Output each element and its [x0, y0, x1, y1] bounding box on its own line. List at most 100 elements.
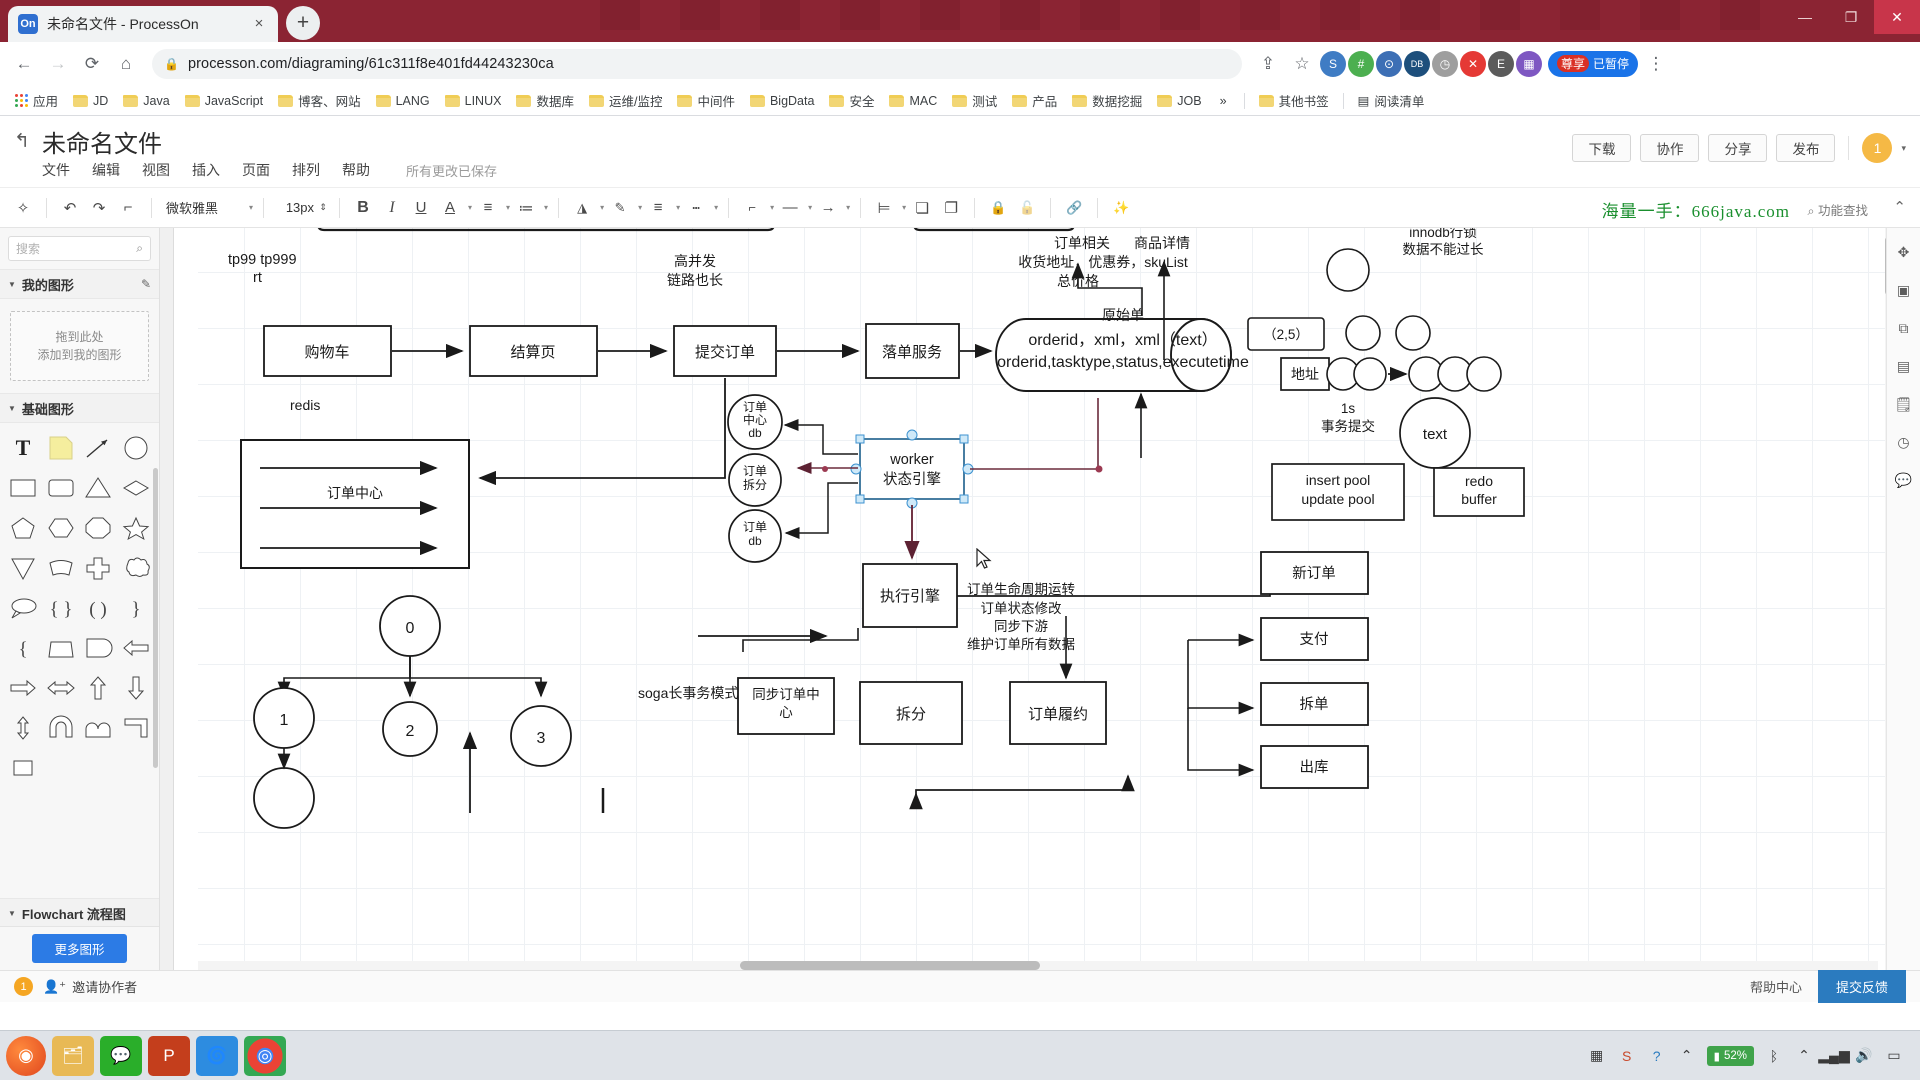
send-back-icon[interactable]: ❐ [938, 195, 964, 221]
extension-icon-1[interactable]: S [1320, 51, 1346, 77]
chevron-down-icon[interactable]: ▾ [544, 203, 548, 212]
share-icon[interactable]: ⇪ [1252, 48, 1284, 80]
powerpoint-icon[interactable]: P [148, 1036, 190, 1076]
menu-item-edit[interactable]: 编辑 [92, 160, 120, 180]
shape-right-brace-icon[interactable]: } [117, 589, 155, 627]
extension-icon-7[interactable]: E [1488, 51, 1514, 77]
start-button-icon[interactable]: ◉ [6, 1036, 46, 1076]
shape-diamond-icon[interactable] [117, 469, 155, 507]
extension-icon-5[interactable]: ◷ [1432, 51, 1458, 77]
brush-icon[interactable]: ⌐ [115, 195, 141, 221]
share-button[interactable]: 分享 [1708, 134, 1767, 162]
shape-arch-icon[interactable] [42, 709, 80, 747]
collaborate-button[interactable]: 协作 [1640, 134, 1699, 162]
shape-search-input[interactable]: 搜索 ⌕ [8, 236, 151, 261]
shape-corner-icon[interactable] [117, 709, 155, 747]
menu-item-arrange[interactable]: 排列 [292, 160, 320, 180]
shape-circle-icon[interactable] [117, 429, 155, 467]
bookmark-item[interactable]: 运维/监控 [582, 88, 669, 113]
shape-text-icon[interactable]: T [4, 429, 42, 467]
feature-search[interactable]: ⌕ 功能查找 [1807, 200, 1868, 219]
bookmark-item[interactable]: 测试 [945, 88, 1004, 113]
magic-wand-icon[interactable]: ✨ [1108, 195, 1134, 221]
wechat-icon[interactable]: 💬 [100, 1036, 142, 1076]
bold-button[interactable]: B [350, 195, 376, 221]
menu-item-page[interactable]: 页面 [242, 160, 270, 180]
shape-bump-icon[interactable] [80, 709, 118, 747]
history-icon[interactable]: ◷ [1892, 430, 1916, 454]
shape-parens-icon[interactable]: ( ) [80, 589, 118, 627]
diagram-canvas-area[interactable]: 购物车 结算页 提交订单 落单服务 orderid，xml，xml（ [160, 228, 1920, 970]
bookmark-apps[interactable]: 应用 [8, 88, 65, 113]
shape-pentagon-icon[interactable] [4, 509, 42, 547]
bring-front-icon[interactable]: ❏ [909, 195, 935, 221]
list-button[interactable]: ≔ [513, 195, 539, 221]
chevron-down-icon[interactable]: ▾ [1901, 143, 1906, 154]
diagram-canvas[interactable]: 购物车 结算页 提交订单 落单服务 orderid，xml，xml（ [198, 228, 1920, 970]
bookmark-item[interactable]: BigData [743, 91, 821, 111]
font-color-button[interactable]: A [437, 195, 463, 221]
chevron-down-icon[interactable]: ▾ [846, 203, 850, 212]
shape-braces-icon[interactable]: { } [42, 589, 80, 627]
shape-left-arrow-icon[interactable] [117, 629, 155, 667]
bluetooth-icon[interactable]: ᛒ [1764, 1046, 1784, 1066]
font-size-input[interactable]: 13px [274, 200, 314, 215]
back-arrow-icon[interactable]: ↰ [14, 130, 30, 153]
shape-callout-icon[interactable] [4, 589, 42, 627]
menu-item-file[interactable]: 文件 [42, 160, 70, 180]
bookmark-item[interactable]: LANG [369, 91, 437, 111]
download-button[interactable]: 下载 [1572, 134, 1631, 162]
bookmark-item[interactable]: Java [116, 91, 176, 111]
line-start-icon[interactable]: — [777, 195, 803, 221]
align-button[interactable]: ≡ [475, 195, 501, 221]
distribute-icon[interactable]: ⊨ [871, 195, 897, 221]
collapse-toolbar-icon[interactable]: ⌃ [1893, 198, 1906, 216]
outline-icon[interactable]: ▤ [1892, 354, 1916, 378]
bookmark-item[interactable]: 数据库 [509, 88, 581, 113]
invite-collaborator-button[interactable]: 👤⁺ 邀请协作者 [43, 977, 137, 996]
shape-square-icon[interactable] [4, 749, 42, 787]
home-icon[interactable]: ⌂ [110, 48, 142, 80]
link-icon[interactable]: 🔗 [1061, 195, 1087, 221]
chevron-down-icon[interactable]: ▾ [902, 203, 906, 212]
close-icon[interactable]: × [250, 15, 268, 33]
chevron-down-icon[interactable]: ▾ [714, 203, 718, 212]
help-center-button[interactable]: 帮助中心 [1734, 977, 1818, 996]
back-icon[interactable]: ← [8, 48, 40, 80]
publish-button[interactable]: 发布 [1776, 134, 1835, 162]
shape-up-arrow-icon[interactable] [80, 669, 118, 707]
shape-arc-icon[interactable] [42, 549, 80, 587]
unlock-icon[interactable]: 🔓 [1014, 195, 1040, 221]
chevron-down-icon[interactable]: ▾ [600, 203, 604, 212]
submit-feedback-button[interactable]: 提交反馈 [1818, 970, 1906, 1003]
horizontal-scrollbar-thumb[interactable] [740, 961, 1040, 970]
page-icon[interactable]: 🗒 [1892, 392, 1916, 416]
layers-icon[interactable]: ▣ [1892, 278, 1916, 302]
fill-color-icon[interactable]: ◮ [569, 195, 595, 221]
bookmark-item[interactable]: JD [66, 91, 115, 111]
minimize-icon[interactable]: — [1782, 0, 1828, 34]
address-bar[interactable]: 🔒 processon.com/diagraming/61c311f8e401f… [152, 49, 1242, 79]
shape-down-arrow-icon[interactable] [117, 669, 155, 707]
bookmark-item[interactable]: 产品 [1005, 88, 1064, 113]
browser-tab[interactable]: On 未命名文件 - ProcessOn × [8, 6, 278, 42]
format-painter-icon[interactable]: ✧ [10, 195, 36, 221]
shape-cloud-icon[interactable] [117, 549, 155, 587]
chevron-down-icon[interactable]: ▾ [770, 203, 774, 212]
shape-dropzone[interactable]: 拖到此处 添加到我的图形 [10, 311, 149, 381]
shape-trapezoid-icon[interactable] [42, 629, 80, 667]
chevron-down-icon[interactable]: ▾ [506, 203, 510, 212]
extension-icon-8[interactable]: ▦ [1516, 51, 1542, 77]
panel-scrollbar[interactable] [153, 468, 158, 768]
shape-cross-icon[interactable] [80, 549, 118, 587]
chevron-down-icon[interactable]: ▾ [808, 203, 812, 212]
adblock-paused-button[interactable]: 尊享 已暂停 [1548, 51, 1638, 77]
maximize-icon[interactable]: ❐ [1828, 0, 1874, 34]
tray-caret-icon[interactable]: ⌃ [1677, 1046, 1697, 1066]
font-family-select[interactable]: 微软雅黑 [162, 198, 244, 217]
extension-icon-2[interactable]: # [1348, 51, 1374, 77]
extension-icon-4[interactable]: DB [1404, 51, 1430, 77]
network-icon[interactable]: ▂▄▆ [1824, 1046, 1844, 1066]
menu-icon[interactable]: ⋮ [1640, 48, 1672, 80]
shape-arrow-icon[interactable] [80, 429, 118, 467]
